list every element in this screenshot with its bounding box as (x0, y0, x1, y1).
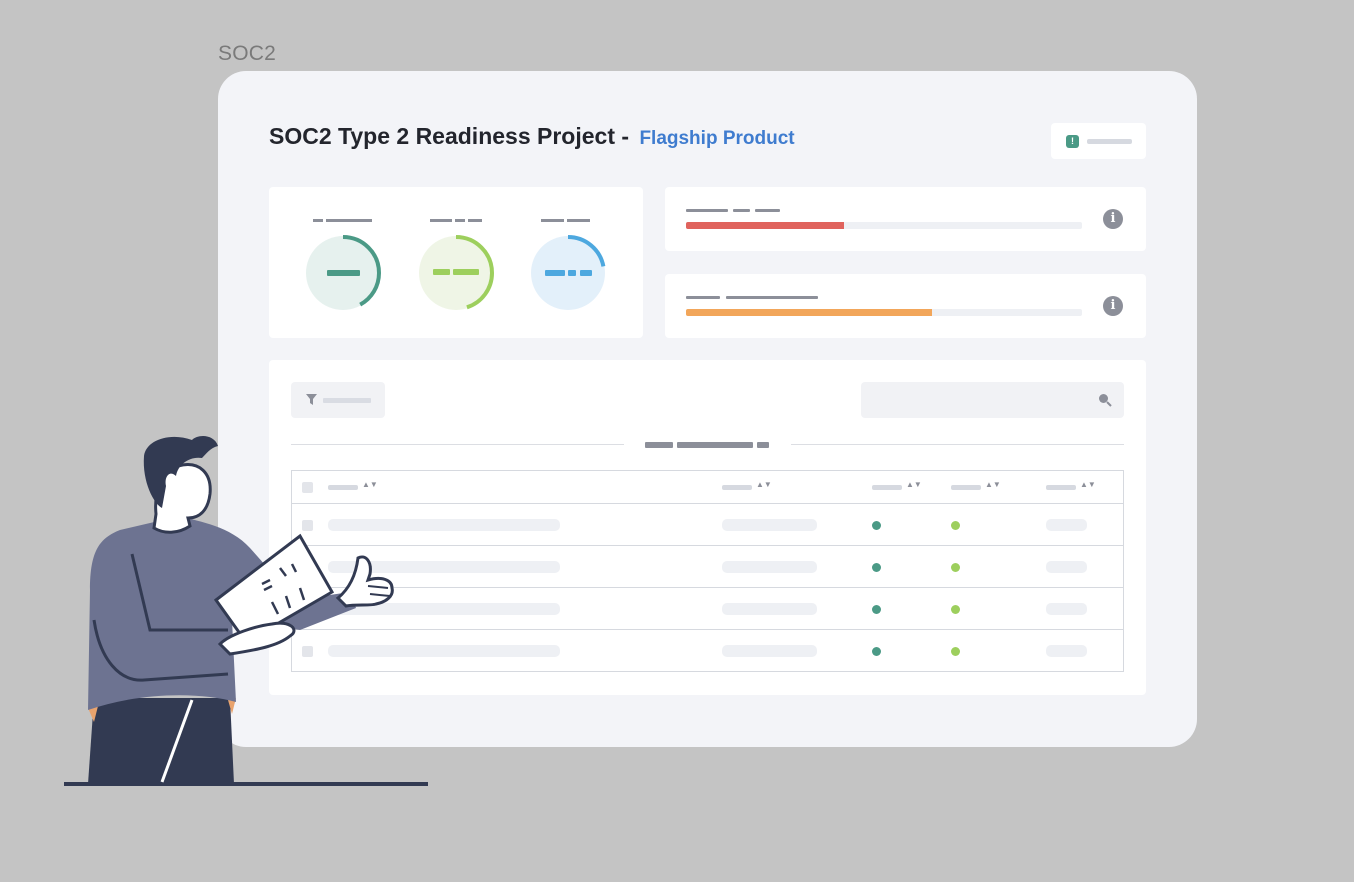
thumbs-up-hand (335, 555, 394, 608)
progress-bar-2-fill (686, 309, 932, 316)
gauge-1-ring (305, 235, 381, 311)
status-dot (872, 604, 881, 614)
legs (88, 698, 234, 784)
info-icon[interactable]: i (1103, 296, 1123, 316)
section-title-placeholder (645, 442, 673, 448)
status-dot (951, 562, 960, 572)
gauges-panel (269, 187, 643, 338)
progress-bar-1-fill (686, 222, 845, 229)
info-icon[interactable]: i (1103, 209, 1123, 229)
filter-icon (306, 394, 317, 405)
badge-label-placeholder (1087, 139, 1132, 144)
torso (88, 516, 356, 710)
page-title-text: SOC2 Type 2 Readiness Project - (269, 123, 636, 149)
frame-label: SOC2 (218, 42, 276, 65)
status-dot (872, 520, 881, 530)
page-title: SOC2 Type 2 Readiness Project - Flagship… (269, 123, 795, 150)
progress-panel-2: i (665, 274, 1146, 338)
status-dot (872, 646, 881, 656)
status-dot (951, 520, 960, 530)
alert-icon: ! (1066, 135, 1079, 148)
progress-bar-1 (686, 222, 1082, 229)
progress-bar-2 (686, 309, 1082, 316)
search-input[interactable] (861, 382, 1124, 418)
filter-button[interactable] (291, 382, 385, 418)
sort-icon[interactable]: ▲▼ (756, 481, 772, 489)
search-icon (1099, 394, 1112, 407)
sort-icon[interactable]: ▲▼ (906, 481, 922, 489)
gauge-2-ring (418, 235, 494, 311)
gauge-3-ring (530, 235, 606, 311)
status-badge[interactable]: ! (1051, 123, 1146, 159)
product-link[interactable]: Flagship Product (639, 128, 794, 149)
person-illustration (64, 436, 428, 786)
sort-icon[interactable]: ▲▼ (1080, 481, 1096, 489)
progress-panel-1: i (665, 187, 1146, 251)
status-dot (951, 604, 960, 614)
status-dot (951, 646, 960, 656)
status-dot (872, 562, 881, 572)
sort-icon[interactable]: ▲▼ (985, 481, 1001, 489)
